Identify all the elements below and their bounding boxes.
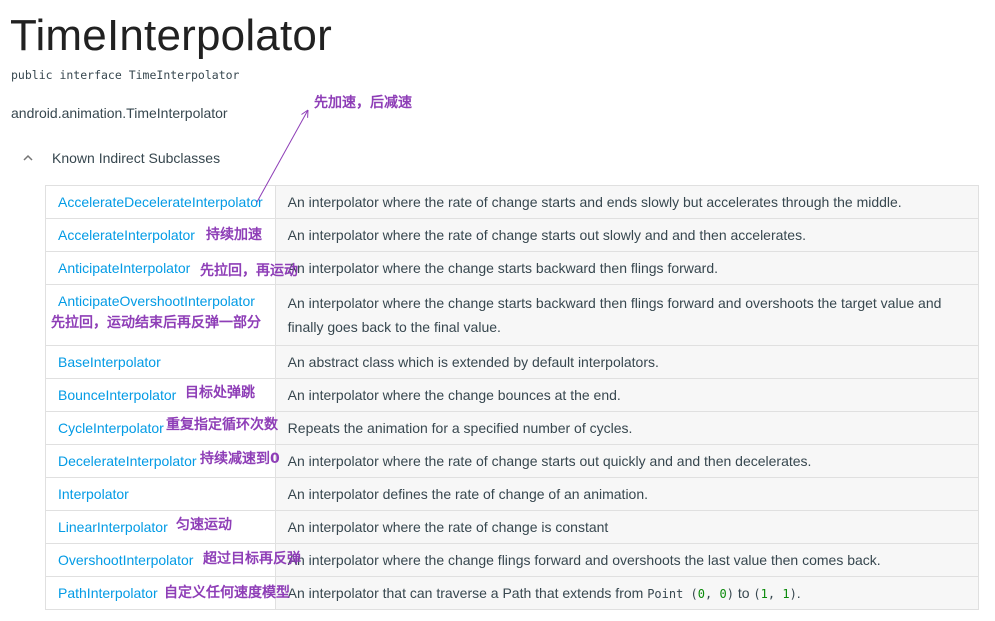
description-text: .	[796, 584, 801, 601]
package-name: android.animation.TimeInterpolator	[11, 105, 228, 121]
subclass-description: Repeats the animation for a specified nu…	[274, 411, 980, 445]
subclass-link-acceleratedecelerateinterpolator[interactable]: AccelerateDecelerateInterpolator	[58, 194, 263, 210]
subclass-link-anticipateinterpolator[interactable]: AnticipateInterpolator	[58, 260, 190, 276]
subclass-description: An interpolator where the change bounces…	[274, 378, 980, 412]
subclass-description: An interpolator where the change starts …	[274, 251, 980, 285]
annotation-decelerate: 持续减速到0	[200, 451, 280, 467]
subclass-description: An interpolator where the change starts …	[274, 284, 980, 346]
subclass-link-interpolator[interactable]: Interpolator	[58, 486, 129, 502]
code-point-origin: Point (0, 0)	[647, 586, 734, 601]
subclass-link-linearinterpolator[interactable]: LinearInterpolator	[58, 519, 168, 535]
annotation-accelerate: 持续加速	[206, 227, 262, 243]
annotation-overshoot: 超过目标再反弹	[203, 551, 301, 567]
subclass-description: An interpolator where the change flings …	[274, 543, 980, 577]
subclass-link-cycleinterpolator[interactable]: CycleInterpolator	[58, 420, 164, 436]
subclass-description: An interpolator where the rate of change…	[274, 185, 980, 219]
subclass-description: An interpolator defines the rate of chan…	[274, 477, 980, 511]
annotation-path: 自定义任何速度模型	[164, 585, 290, 601]
description-text: to	[733, 584, 754, 601]
interface-signature: public interface TimeInterpolator	[11, 68, 240, 82]
annotation-anticipate-overshoot: 先拉回，运动结束后再反弹一部分	[51, 315, 261, 331]
subclass-description: An interpolator where the rate of change…	[274, 218, 980, 252]
subclass-link-baseinterpolator[interactable]: BaseInterpolator	[58, 354, 161, 370]
subclass-description: An abstract class which is extended by d…	[274, 345, 980, 379]
subclass-link-anticipateovershootinterpolator[interactable]: AnticipateOvershootInterpolator	[58, 293, 255, 309]
table-row: BaseInterpolator An abstract class which…	[45, 345, 980, 379]
subclasses-toggle-label: Known Indirect Subclasses	[52, 150, 221, 166]
subclasses-toggle[interactable]: Known Indirect Subclasses	[20, 146, 220, 170]
subclass-link-bounceinterpolator[interactable]: BounceInterpolator	[58, 387, 176, 403]
table-row: AccelerateDecelerateInterpolator An inte…	[45, 185, 980, 219]
subclass-description: An interpolator where the rate of change…	[274, 510, 980, 544]
chevron-up-icon[interactable]	[20, 150, 36, 166]
subclass-link-accelerateinterpolator[interactable]: AccelerateInterpolator	[58, 227, 195, 243]
table-row: OvershootInterpolator An interpolator wh…	[45, 543, 980, 577]
annotation-linear: 匀速运动	[176, 517, 232, 533]
subclass-link-decelerateinterpolator[interactable]: DecelerateInterpolator	[58, 453, 197, 469]
annotation-anticipate: 先拉回，再运动	[200, 263, 298, 279]
annotation-accelerate-decelerate: 先加速，后减速	[314, 95, 412, 111]
subclass-description: An interpolator where the rate of change…	[274, 444, 980, 478]
annotation-bounce: 目标处弹跳	[185, 385, 255, 401]
description-text: An interpolator that can traverse a Path…	[287, 584, 648, 601]
subclass-link-pathinterpolator[interactable]: PathInterpolator	[58, 585, 158, 601]
table-row: AnticipateInterpolator An interpolator w…	[45, 251, 980, 285]
table-row: Interpolator An interpolator defines the…	[45, 477, 980, 511]
annotation-cycle: 重复指定循环次数	[166, 417, 278, 433]
table-row: AccelerateInterpolator An interpolator w…	[45, 218, 980, 252]
code-point-end: (1, 1)	[753, 586, 797, 601]
subclass-link-overshootinterpolator[interactable]: OvershootInterpolator	[58, 552, 193, 568]
table-row: DecelerateInterpolator An interpolator w…	[45, 444, 980, 478]
page-title: TimeInterpolator	[10, 11, 332, 60]
subclass-description: An interpolator that can traverse a Path…	[274, 576, 980, 610]
